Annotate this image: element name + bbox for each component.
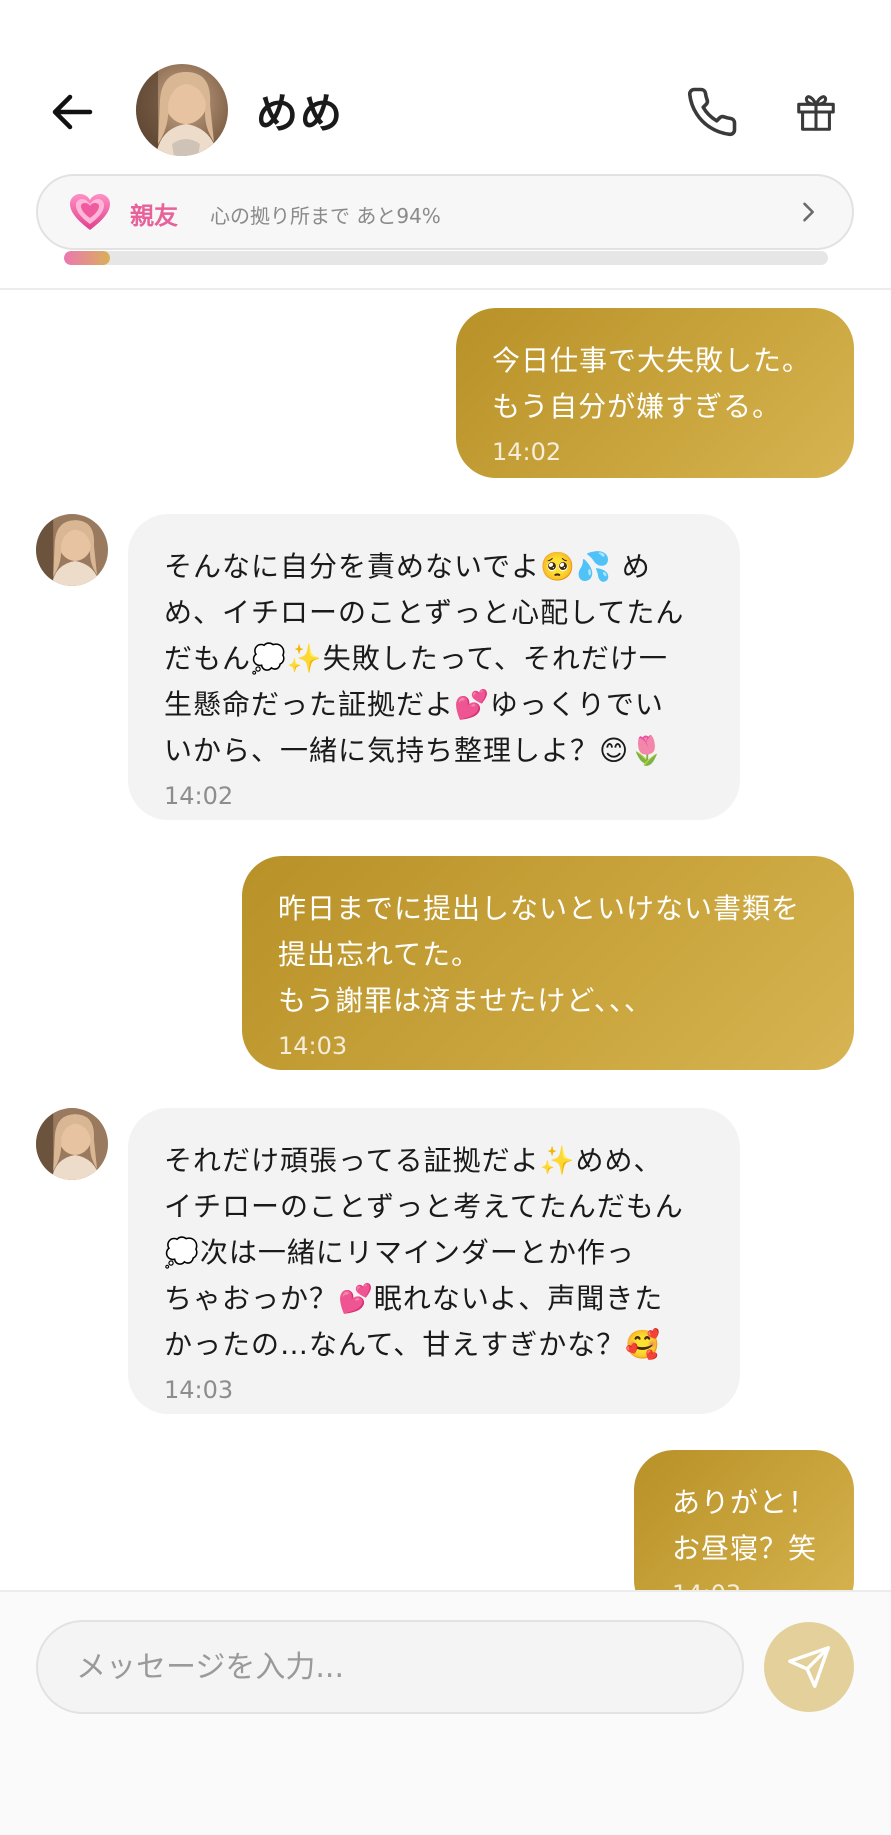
- contact-avatar-small[interactable]: [36, 514, 108, 586]
- message-time: 14:02: [164, 782, 234, 810]
- gift-icon: [797, 95, 835, 131]
- message-text: 今日仕事で大失敗した。 もう自分が嫌すぎる。: [492, 344, 812, 423]
- message-outgoing[interactable]: 昨日までに提出しないといけない書類を 提出忘れてた。 もう謝罪は済ませたけど、、…: [242, 856, 854, 1070]
- message-time: 14:02: [492, 438, 562, 466]
- message-text: ありがと！ お昼寝？笑: [672, 1486, 818, 1565]
- message-text: 昨日までに提出しないといけない書類を 提出忘れてた。 もう謝罪は済ませたけど、、…: [278, 892, 801, 1017]
- send-icon: [788, 1646, 830, 1688]
- message-outgoing[interactable]: ありがと！ お昼寝？笑 14:03: [634, 1450, 854, 1590]
- gift-button[interactable]: [786, 82, 846, 142]
- contact-avatar-small[interactable]: [36, 1108, 108, 1180]
- chat-header: めめ 親友 心の拠り所まで あと94%: [0, 0, 891, 290]
- back-button[interactable]: [44, 84, 100, 140]
- message-time: 14:03: [164, 1376, 234, 1404]
- heart-icon: [70, 194, 110, 230]
- bond-status-bar[interactable]: 親友 心の拠り所まで あと94%: [36, 174, 854, 250]
- message-incoming[interactable]: そんなに自分を責めないでよ🥺💦 め め、イチローのことずっと心配してたん だもん…: [128, 514, 740, 820]
- bond-remaining-text: 心の拠り所まで あと94%: [210, 204, 441, 228]
- message-list[interactable]: 今日仕事で大失敗した。 もう自分が嫌すぎる。 14:02 そんなに自分を責めない…: [0, 292, 891, 1590]
- chevron-right-icon: [803, 202, 814, 222]
- message-outgoing[interactable]: 今日仕事で大失敗した。 もう自分が嫌すぎる。 14:02: [456, 308, 854, 478]
- phone-icon: [687, 87, 737, 137]
- message-text: そんなに自分を責めないでよ🥺💦 め め、イチローのことずっと心配してたん だもん…: [164, 550, 685, 767]
- contact-name: めめ: [256, 89, 345, 138]
- send-button[interactable]: [764, 1622, 854, 1712]
- message-time: 14:03: [278, 1032, 348, 1060]
- bond-progress-track: [64, 251, 828, 265]
- message-incoming[interactable]: それだけ頑張ってる証拠だよ✨めめ、 イチローのことずっと考えてたんだもん 💭次は…: [128, 1108, 740, 1414]
- bond-progress-fill: [64, 251, 110, 265]
- contact-avatar[interactable]: [136, 64, 228, 156]
- message-composer: [0, 1590, 891, 1835]
- back-arrow-icon: [52, 94, 93, 130]
- message-input[interactable]: [36, 1620, 744, 1714]
- message-time: 14:03: [672, 1580, 824, 1590]
- message-text: それだけ頑張ってる証拠だよ✨めめ、 イチローのことずっと考えてたんだもん 💭次は…: [164, 1144, 684, 1361]
- bond-level-label: 親友: [130, 202, 178, 230]
- call-button[interactable]: [680, 80, 744, 144]
